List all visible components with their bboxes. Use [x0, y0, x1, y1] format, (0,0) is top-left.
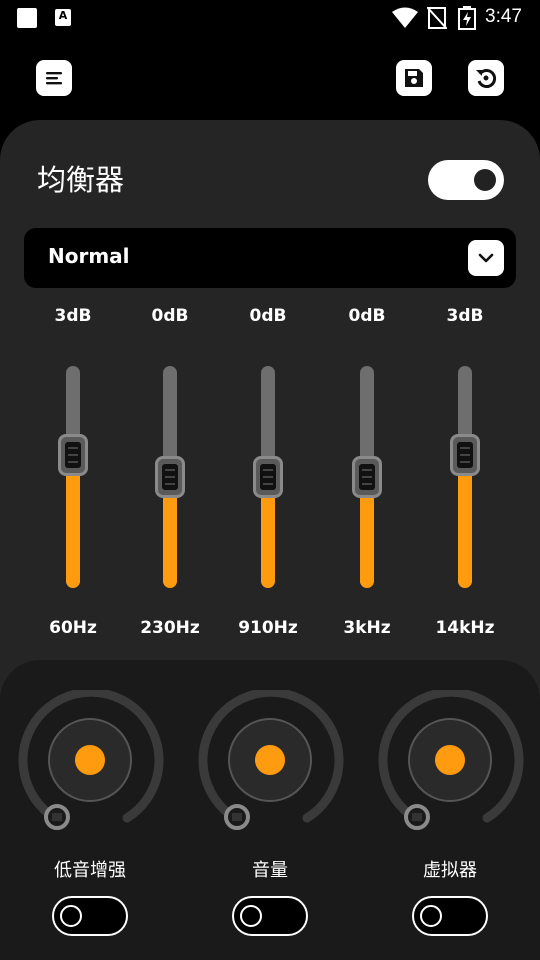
- toggle-knob: [474, 169, 496, 191]
- band-frequency: 14kHz: [435, 618, 495, 638]
- band-gain: 3dB: [446, 306, 484, 326]
- wifi-icon: [392, 7, 418, 28]
- toggle-knob: [240, 905, 262, 927]
- band-slider-thumb[interactable]: [58, 434, 88, 476]
- virtualizer-label: 虚拟器: [423, 860, 477, 881]
- reset-icon: [476, 69, 497, 88]
- save-icon: [405, 69, 423, 87]
- band-slider-thumb[interactable]: [352, 456, 382, 498]
- band-frequency: 230Hz: [140, 618, 200, 638]
- bass-boost-toggle[interactable]: [52, 896, 128, 936]
- square-icon: [17, 8, 37, 28]
- band-slider-track[interactable]: [66, 366, 80, 588]
- volume-toggle[interactable]: [232, 896, 308, 936]
- no-signal-icon: [427, 7, 447, 29]
- band-gain: 0dB: [151, 306, 189, 326]
- preset-dropdown[interactable]: Normal: [24, 228, 516, 288]
- eq-band-60hz: 3dB 60Hz: [28, 300, 118, 650]
- band-gain: 0dB: [348, 306, 386, 326]
- band-slider-thumb[interactable]: [155, 456, 185, 498]
- band-frequency: 910Hz: [238, 618, 298, 638]
- status-bar: A 3:47: [0, 0, 540, 36]
- battery-charging-icon: [458, 6, 476, 30]
- chevron-down-icon: [478, 253, 494, 263]
- volume-knob[interactable]: [195, 690, 345, 840]
- eq-band-230hz: 0dB 230Hz: [125, 300, 215, 650]
- bass-boost-label: 低音增强: [54, 860, 126, 881]
- volume-label: 音量: [252, 860, 288, 881]
- toggle-knob: [420, 905, 442, 927]
- toggle-knob: [60, 905, 82, 927]
- save-button[interactable]: [396, 60, 432, 96]
- virtualizer-knob[interactable]: [375, 690, 525, 840]
- band-slider-track[interactable]: [458, 366, 472, 588]
- eq-band-14khz: 3dB 14kHz: [420, 300, 510, 650]
- band-slider-thumb[interactable]: [253, 456, 283, 498]
- reset-button[interactable]: [468, 60, 504, 96]
- band-gain: 0dB: [249, 306, 287, 326]
- status-time: 3:47: [485, 6, 522, 27]
- menu-button[interactable]: [36, 60, 72, 96]
- eq-band-3khz: 0dB 3kHz: [322, 300, 412, 650]
- equalizer-toggle[interactable]: [428, 160, 504, 200]
- band-slider-thumb[interactable]: [450, 434, 480, 476]
- equalizer-title: 均衡器: [37, 163, 125, 197]
- bass-boost-knob[interactable]: [15, 690, 165, 840]
- band-frequency: 60Hz: [49, 618, 97, 638]
- preset-chevron-button[interactable]: [468, 240, 504, 276]
- a-icon: A: [55, 9, 71, 26]
- band-gain: 3dB: [54, 306, 92, 326]
- virtualizer-toggle[interactable]: [412, 896, 488, 936]
- band-frequency: 3kHz: [343, 618, 391, 638]
- preset-label: Normal: [48, 244, 130, 268]
- eq-band-910hz: 0dB 910Hz: [223, 300, 313, 650]
- menu-icon: [46, 72, 62, 85]
